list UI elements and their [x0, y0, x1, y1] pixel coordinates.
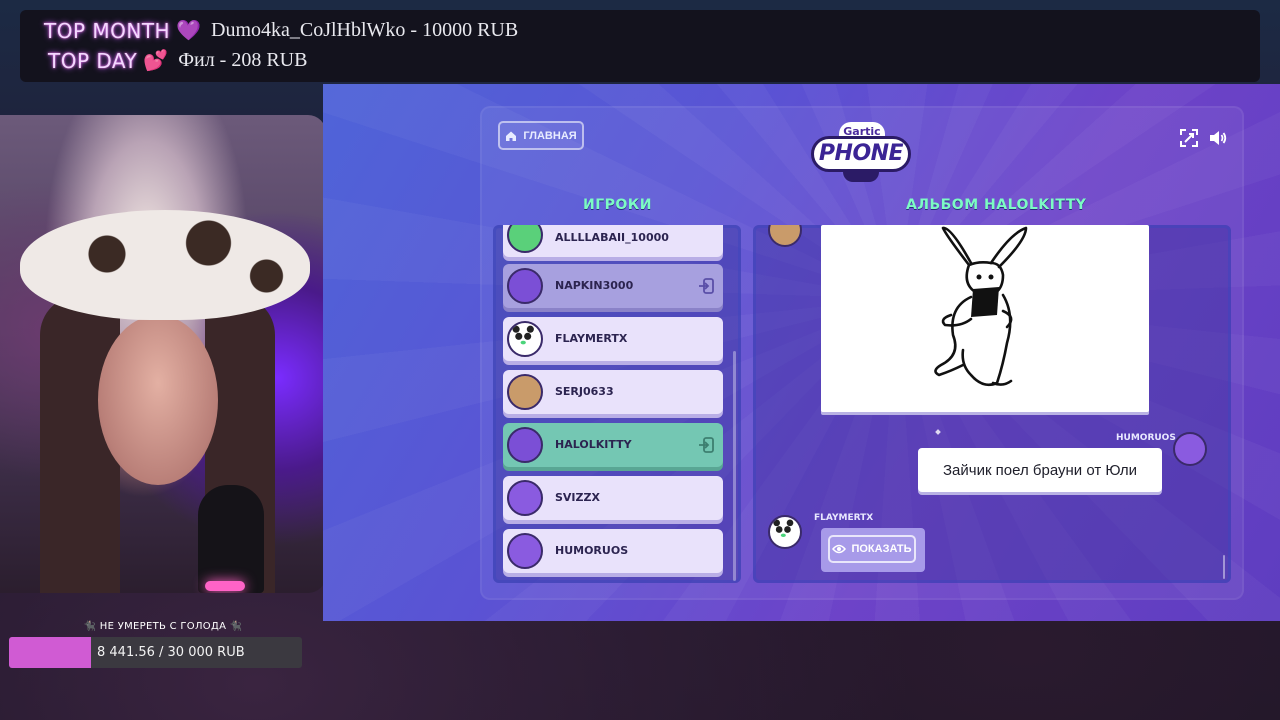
donation-goal-text: 8 441.56 / 30 000 RUB [97, 645, 245, 660]
player-name: SVIZZX [555, 491, 600, 504]
player-item-svizzx[interactable]: SVIZZX [503, 476, 723, 520]
description-text: Зайчик поел брауни от Юли [942, 461, 1138, 479]
show-button[interactable]: ПОКАЗАТЬ [828, 535, 916, 563]
player-item-humoruos[interactable]: HUMORUOS [503, 529, 723, 573]
player-name: SERJ0633 [555, 385, 614, 398]
heart-icon: 💜 [176, 20, 201, 42]
gartic-phone-logo: Gartic PHONE [811, 122, 911, 184]
album-title: АЛЬБОМ HALOLKITTY [906, 197, 1087, 213]
bunny-drawing [934, 226, 1028, 387]
album-panel[interactable]: HUMORUOS Зайчик поел брауни от Юли FLAYM… [753, 225, 1231, 583]
purple-bird-avatar [507, 533, 543, 569]
purple-bird-avatar [507, 427, 543, 463]
player-item-flaymertx[interactable]: FLAYMERTX [503, 317, 723, 361]
gartic-phone-window: ГЛАВНАЯ Gartic PHONE ИГРОКИ АЛЬБОМ HALOL… [323, 84, 1280, 621]
players-list[interactable]: ALLLLABAII_10000 NAPKIN3000 FLAYMERTX SE… [493, 225, 741, 583]
panda-avatar [507, 321, 543, 357]
donation-goal-title: 🐈‍⬛ НЕ УМЕРЕТЬ С ГОЛОДА 🐈‍⬛ [83, 621, 243, 632]
microphone-light [205, 581, 245, 591]
top-day-value: Фил - 208 RUB [178, 49, 308, 71]
microphone [198, 485, 264, 593]
next-author: FLAYMERTX [814, 513, 874, 523]
deer-avatar [507, 374, 543, 410]
description-bubble: Зайчик поел брауни от Юли [918, 448, 1162, 492]
panda-avatar [768, 515, 802, 549]
logo-big-text: PHONE [811, 136, 911, 172]
eye-icon [832, 544, 847, 554]
fullscreen-icon[interactable] [1179, 128, 1199, 148]
home-icon [506, 131, 517, 141]
player-name: FLAYMERTX [555, 332, 628, 345]
logo-foot [843, 170, 879, 182]
purple-bird-avatar [507, 480, 543, 516]
player-item-napkin3000[interactable]: NAPKIN3000 [503, 264, 723, 308]
donation-goal-fill [9, 637, 92, 668]
donation-goal-bar: 8 441.56 / 30 000 RUB [9, 637, 302, 668]
top-month-row: TOP MONTH 💜 Dumo4ka_CoJlHblWko - 10000 R… [44, 18, 518, 43]
webcam-feed [0, 115, 326, 593]
top-day-label: TOP DAY [48, 48, 138, 73]
home-button-label: ГЛАВНАЯ [523, 129, 577, 142]
player-item-serj0633[interactable]: SERJ0633 [503, 370, 723, 414]
green-frog-avatar [507, 225, 543, 253]
hidden-drawing-card: ПОКАЗАТЬ [821, 528, 925, 572]
double-heart-icon: 💕 [143, 50, 169, 72]
donation-leaderboard: TOP MONTH 💜 Dumo4ka_CoJlHblWko - 10000 R… [20, 10, 1260, 82]
album-scrollbar[interactable] [1223, 555, 1225, 579]
reply-author: HUMORUOS [1116, 433, 1176, 443]
players-scrollbar[interactable] [733, 351, 736, 581]
purple-bird-avatar [507, 268, 543, 304]
home-button[interactable]: ГЛАВНАЯ [498, 121, 584, 150]
kick-player-icon[interactable] [697, 277, 715, 295]
player-name: HALOLKITTY [555, 438, 632, 451]
player-item-halolkitty[interactable]: HALOLKITTY [503, 423, 723, 467]
top-month-value: Dumo4ka_CoJlHblWko - 10000 RUB [211, 19, 519, 41]
players-title: ИГРОКИ [583, 197, 652, 213]
deer-avatar [768, 225, 802, 247]
kick-player-icon[interactable] [697, 436, 715, 454]
top-day-row: TOP DAY 💕 Фил - 208 RUB [48, 48, 307, 73]
player-name: HUMORUOS [555, 544, 629, 557]
cowboy-hat [20, 210, 310, 320]
drawing-canvas [821, 225, 1149, 412]
player-item-allllabaii[interactable]: ALLLLABAII_10000 [503, 225, 723, 257]
show-button-label: ПОКАЗАТЬ [851, 543, 912, 555]
top-month-label: TOP MONTH [44, 18, 171, 43]
player-name: ALLLLABAII_10000 [555, 231, 669, 244]
webcam-face [98, 315, 218, 485]
volume-icon[interactable] [1208, 128, 1228, 148]
purple-bird-avatar [1173, 432, 1207, 466]
player-name: NAPKIN3000 [555, 279, 634, 292]
